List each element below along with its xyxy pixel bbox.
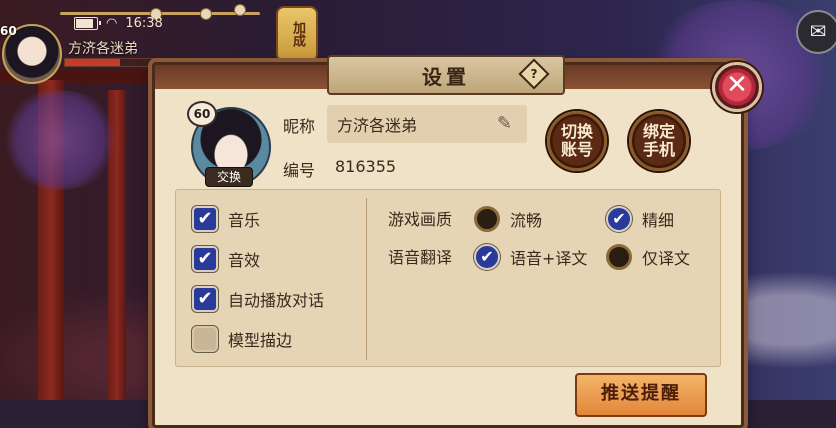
voice-label: 语音翻译 [388,248,453,267]
bonus-lantern[interactable]: 加成 [276,6,318,62]
radio-button[interactable]: ✔ [474,244,500,270]
voice-label-row: 语音翻译 [388,244,452,268]
battery-icon [74,17,101,30]
toggle-label: 音效 [228,251,261,270]
close-icon[interactable]: ✕ [712,62,762,112]
status-bar: ◠ 16:38 [74,16,163,31]
nickname-label: 昵称 [283,117,316,136]
rope-bead [200,8,212,20]
toggle-music[interactable]: ✔ 音乐 [192,206,260,232]
blossom-tree [0,90,120,190]
switch-account-button[interactable]: 切换 账号 [547,111,607,171]
toggle-label: 音乐 [228,211,261,230]
edit-pencil-icon[interactable]: ✎ [497,114,517,134]
voice-option-voice-and-text[interactable]: ✔ 语音+译文 [474,244,587,270]
mail-icon[interactable]: ✉ [796,10,836,54]
push-notifications-button[interactable]: 推送提醒 [575,373,707,417]
toggle-model-outline[interactable]: ✔ 模型描边 [192,326,292,352]
check-icon[interactable]: ✔ [192,286,218,312]
hud-level: 60 [0,24,17,38]
profile-avatar-block[interactable]: 60 交换 [187,101,271,187]
toggle-label: 自动播放对话 [228,291,325,310]
avatar-switch-label[interactable]: 交换 [205,167,253,187]
options-divider [366,198,367,360]
clock: 16:38 [125,16,163,31]
radio-label: 仅译文 [642,249,691,268]
dialog-title-plaque: 设置 ? [327,55,565,95]
check-icon[interactable]: ✔ [192,246,218,272]
settings-dialog: 设置 ? 60 交换 昵称 方济各迷弟 ✎ 编号 816355 切换 账号 绑定手… [152,55,744,428]
rope-bead [234,4,246,16]
check-icon[interactable]: ✔ [192,326,218,352]
radio-button[interactable]: ✔ [606,206,632,232]
switch-account-label: 切换 账号 [560,122,593,159]
toggle-label: 模型描边 [228,331,293,350]
radio-label: 精细 [642,211,675,230]
radio-button[interactable] [474,206,500,232]
toggle-autoplay-dialogue[interactable]: ✔ 自动播放对话 [192,286,324,312]
quality-option-smooth[interactable]: 流畅 [474,206,542,232]
nickname-field[interactable]: 方济各迷弟 ✎ [327,105,527,143]
quality-label: 游戏画质 [388,210,453,229]
check-icon[interactable]: ✔ [192,206,218,232]
nickname-value: 方济各迷弟 [337,116,418,135]
dialog-title: 设置 [422,64,470,89]
radio-button[interactable] [606,244,632,270]
help-icon[interactable]: ? [518,58,550,90]
id-value: 816355 [335,157,397,176]
quality-label-row: 游戏画质 [388,206,452,230]
id-label: 编号 [283,161,316,180]
bind-phone-label: 绑定 手机 [642,122,675,159]
bind-phone-button[interactable]: 绑定 手机 [629,111,689,171]
voice-option-text-only[interactable]: 仅译文 [606,244,690,270]
avatar-level-badge: 60 [187,101,217,127]
radio-label: 语音+译文 [510,249,588,268]
hud-health-fill [65,59,120,66]
hud-player-name: 方济各迷弟 [68,41,138,57]
wifi-icon: ◠ [106,16,118,31]
radio-label: 流畅 [510,211,543,230]
options-box: ✔ 音乐 ✔ 音效 ✔ 自动播放对话 ✔ 模型描边 游戏画质 流畅 ✔ 精细 语… [175,189,721,367]
hud-health-bar [64,58,166,67]
toggle-sound-effects[interactable]: ✔ 音效 [192,246,260,272]
quality-option-fine[interactable]: ✔ 精细 [606,206,674,232]
